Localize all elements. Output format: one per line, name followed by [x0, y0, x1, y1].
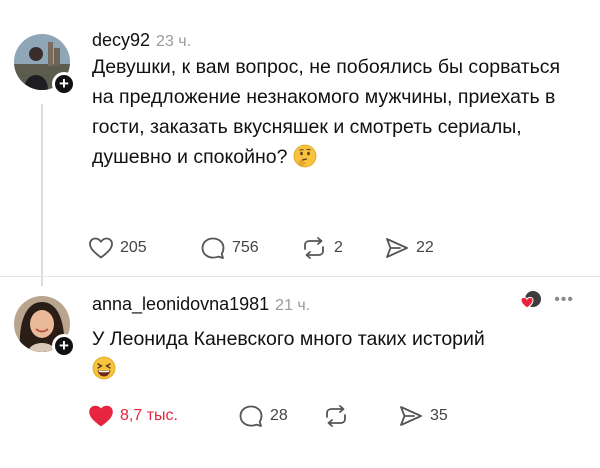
comment-count: 756 [232, 239, 259, 256]
comment-button[interactable]: 28 [238, 402, 288, 430]
like-button[interactable]: 8,7 тыс. [88, 402, 178, 430]
like-count: 8,7 тыс. [120, 407, 178, 424]
timestamp: 23 ч. [156, 33, 192, 50]
repost-count: 2 [334, 239, 343, 256]
author-avatar-1[interactable]: + [12, 34, 76, 96]
repost-button[interactable]: 2 [300, 234, 343, 262]
timestamp: 21 ч. [275, 297, 311, 314]
repost-icon [304, 237, 324, 259]
share-button[interactable]: 35 [398, 402, 448, 430]
send-icon [386, 238, 408, 258]
username[interactable]: decy92 [92, 30, 150, 50]
post-2: + anna_leonidovna1981 21 ч. ••• У Леонида… [0, 276, 600, 468]
follow-plus-icon[interactable]: + [52, 334, 76, 358]
author-avatar-2[interactable]: + [12, 296, 76, 358]
more-options-icon[interactable]: ••• [554, 291, 574, 309]
liked-by-author-heart-icon [520, 291, 542, 309]
post-header: decy92 23 ч. [92, 30, 191, 51]
post-header-right: ••• [520, 290, 574, 310]
post-text-content: У Леонида Каневского много таких историй [92, 328, 485, 350]
send-icon [400, 406, 422, 426]
share-count: 22 [416, 239, 434, 256]
heart-icon [89, 237, 113, 259]
comment-icon [201, 237, 225, 259]
grinning-squinting-face-emoji [92, 356, 116, 380]
post-text: Девушки, к вам вопрос, не побоялись бы с… [92, 52, 582, 172]
share-button[interactable]: 22 [384, 234, 434, 262]
repost-icon [326, 405, 346, 427]
comment-count: 28 [270, 407, 288, 424]
like-count: 205 [120, 239, 147, 256]
post-header: anna_leonidovna1981 21 ч. [92, 294, 310, 315]
post-text: У Леонида Каневского много таких историй [92, 324, 582, 384]
heart-filled-icon [89, 405, 113, 427]
share-count: 35 [430, 407, 448, 424]
comment-button[interactable]: 756 [200, 234, 259, 262]
post-text-content: Девушки, к вам вопрос, не побоялись бы с… [92, 56, 561, 168]
repost-button[interactable] [322, 402, 356, 430]
thread-line [41, 104, 43, 286]
post-1: + decy92 23 ч. Девушки, к вам вопрос, не … [0, 0, 600, 286]
comment-icon [239, 405, 263, 427]
like-button[interactable]: 205 [88, 234, 147, 262]
username[interactable]: anna_leonidovna1981 [92, 294, 269, 314]
follow-plus-icon[interactable]: + [52, 72, 76, 96]
thinking-face-emoji [293, 144, 317, 168]
